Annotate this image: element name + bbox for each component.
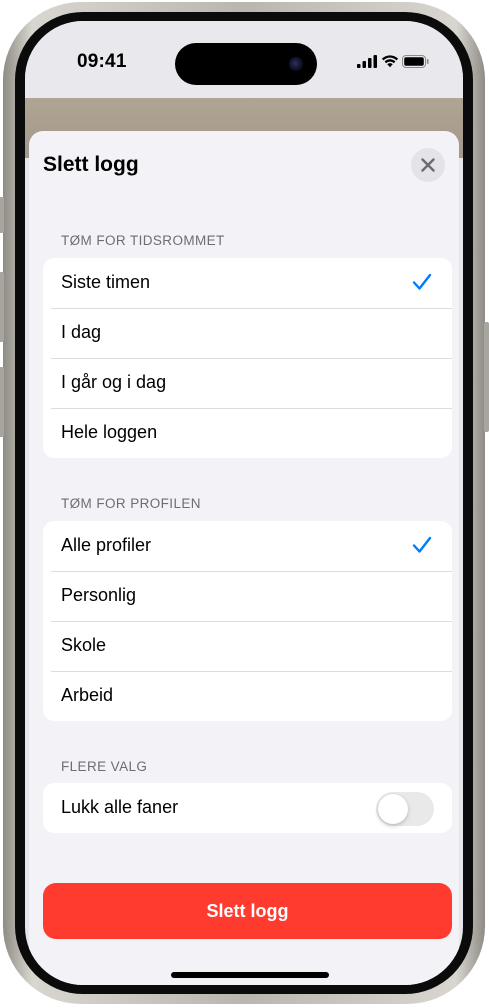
time-range-header: TØM FOR TIDSROMMET <box>61 233 225 248</box>
time-range-option[interactable]: I dag <box>43 308 452 358</box>
close-button[interactable] <box>411 148 445 182</box>
status-time: 09:41 <box>77 51 127 72</box>
volume-down-button <box>0 367 4 437</box>
battery-icon <box>402 55 429 68</box>
option-label: I dag <box>61 322 102 342</box>
phone-frame: 09:41 Slett logg TØM FOR TIDSROMMET Sist… <box>0 2 489 1004</box>
time-range-option[interactable]: Siste timen <box>43 258 452 308</box>
more-options-group: Lukk alle faner <box>43 783 452 833</box>
front-camera <box>289 57 303 71</box>
profile-option[interactable]: Arbeid <box>43 671 452 721</box>
option-label: Hele loggen <box>61 422 158 442</box>
profile-header: TØM FOR PROFILEN <box>61 496 201 511</box>
volume-up-button <box>0 272 4 342</box>
status-bar: 09:41 <box>25 21 463 101</box>
close-all-tabs-row: Lukk alle faner <box>43 783 452 833</box>
option-label: Skole <box>61 635 107 655</box>
option-label: Alle profiler <box>61 535 152 555</box>
checkmark-icon <box>412 273 432 290</box>
option-label: Arbeid <box>61 685 114 705</box>
option-label: I går og i dag <box>61 372 167 392</box>
action-button <box>0 197 4 233</box>
clear-history-button[interactable]: Slett logg <box>43 883 452 939</box>
profile-option[interactable]: Personlig <box>43 571 452 621</box>
home-indicator <box>171 972 329 978</box>
close-all-tabs-toggle[interactable] <box>376 792 434 826</box>
more-options-header: FLERE VALG <box>61 759 148 774</box>
wifi-icon <box>381 55 399 68</box>
power-button <box>484 322 489 432</box>
profile-option[interactable]: Skole <box>43 621 452 671</box>
toggle-knob <box>378 794 408 824</box>
profile-option[interactable]: Alle profiler <box>43 521 452 571</box>
time-range-option[interactable]: I går og i dag <box>43 358 452 408</box>
profile-group: Alle profiler Personlig Skole Arbeid <box>43 521 452 721</box>
option-label: Personlig <box>61 585 137 605</box>
phone-bezel: 09:41 Slett logg TØM FOR TIDSROMMET Sist… <box>15 12 473 994</box>
clear-history-sheet: Slett logg TØM FOR TIDSROMMET Siste time… <box>29 131 459 985</box>
checkmark-icon <box>412 536 432 553</box>
cellular-signal-icon <box>357 55 377 68</box>
close-all-tabs-label: Lukk alle faner <box>61 797 179 817</box>
screen: 09:41 Slett logg TØM FOR TIDSROMMET Sist… <box>25 21 463 985</box>
close-icon <box>421 158 435 172</box>
dynamic-island <box>175 43 317 85</box>
time-range-option[interactable]: Hele loggen <box>43 408 452 458</box>
option-label: Siste timen <box>61 272 151 292</box>
sheet-title: Slett logg <box>43 153 139 176</box>
time-range-group: Siste timen I dag I går og i dag Hele lo… <box>43 258 452 458</box>
